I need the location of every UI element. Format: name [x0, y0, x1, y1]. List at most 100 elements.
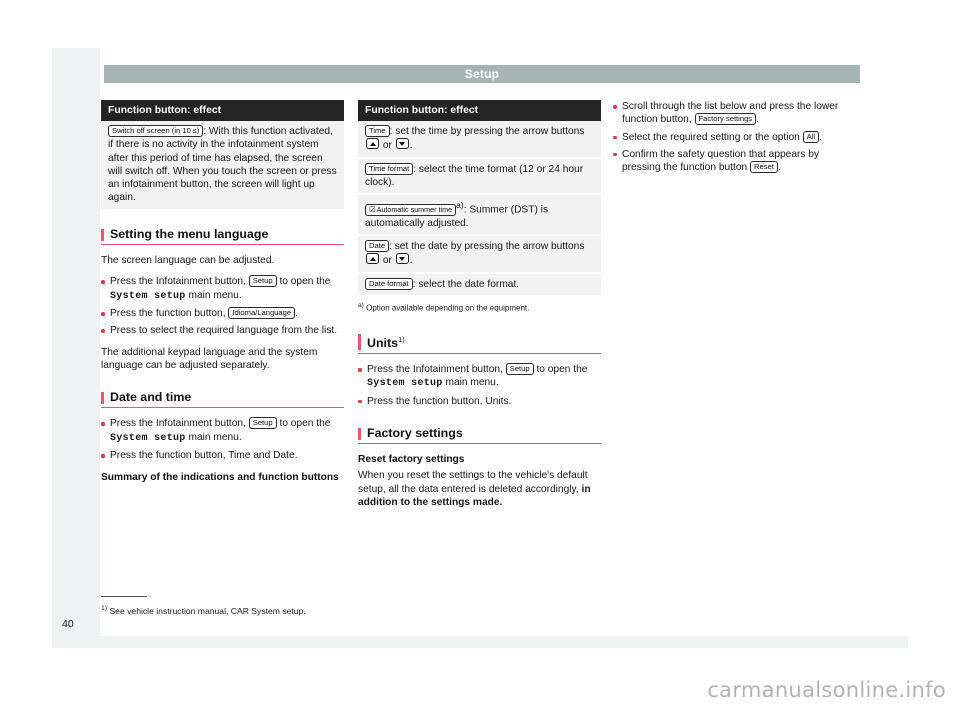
column-3: Scroll through the list below and press … — [613, 100, 856, 182]
heading-text: Setting the menu language — [110, 226, 269, 241]
list-item: Press the function button, Time and Date… — [101, 449, 344, 462]
chip-date[interactable]: Date — [365, 240, 390, 253]
heading-factory-settings: Factory settings — [358, 426, 601, 445]
chip-setup[interactable]: Setup — [505, 363, 534, 376]
chapter-title: Setup — [464, 67, 500, 81]
heading-setting-menu-language: Setting the menu language — [101, 226, 344, 246]
units-steps-list: Press the Infotainment button, Setup to … — [358, 363, 601, 408]
list-item: Confirm the safety question that appears… — [613, 148, 856, 175]
table-row-text: or — [380, 255, 395, 267]
heading-text: Units — [367, 335, 398, 350]
list-item: Press the Infotainment button, Setup to … — [101, 275, 344, 303]
step-text: main menu. — [442, 377, 499, 389]
list-item: Press the Infotainment button, Setup to … — [101, 417, 344, 445]
footnote-text: Option available depending on the equipm… — [366, 303, 530, 313]
footnote-text: See vehicle instruction manual, CAR Syst… — [109, 606, 306, 617]
table-row-text: . — [409, 140, 413, 152]
menu-name: System setup — [110, 290, 186, 302]
factory-reset-steps-list: Scroll through the list below and press … — [613, 100, 856, 174]
subheading-reset-factory-settings: Reset factory settings — [358, 454, 465, 466]
list-item: Press the function button, Idioma/Langua… — [101, 306, 344, 320]
step-text: Press to select the required language fr… — [110, 325, 338, 337]
table-row-text: : set the time by pressing the arrow but… — [389, 126, 585, 137]
step-text: . — [295, 307, 298, 319]
table-row: Date format: select the date format. — [358, 273, 601, 296]
chip-switch-off-screen[interactable]: Switch off screen (in 10 s) — [108, 125, 204, 137]
table-row-text: : select the date format. — [412, 278, 520, 290]
chip-setup[interactable]: Setup — [248, 417, 277, 430]
step-text: to open the — [276, 276, 331, 288]
table-row-text: or — [380, 140, 395, 152]
table-row: ☑Automatic summer time a): Summer (DST) i… — [358, 195, 601, 237]
chip-time[interactable]: Time — [365, 125, 390, 137]
factory-settings-body: When you reset the settings to the vehic… — [358, 469, 601, 509]
column-2: Function button: effect Time: set the ti… — [358, 100, 601, 517]
page-footnote: 1) See vehicle instruction manual, CAR S… — [101, 596, 521, 617]
table-row-text: : With this function activated, if there… — [108, 126, 337, 204]
down-arrow-icon[interactable] — [395, 253, 409, 265]
heading-footnote-marker: 1) — [397, 334, 405, 344]
step-text: Press the Infotainment button, — [110, 418, 249, 430]
body-text: . — [499, 496, 503, 508]
language-steps-list: Press the Infotainment button, Setup to … — [101, 275, 344, 337]
step-text: to open the — [276, 418, 331, 430]
body-text: When you reset the settings to the vehic… — [358, 470, 588, 495]
down-arrow-icon[interactable] — [395, 138, 409, 150]
table-row-text: : set the date by pressing the arrow but… — [389, 241, 585, 253]
up-arrow-icon[interactable] — [366, 138, 379, 150]
chip-date-format[interactable]: Date format — [365, 277, 413, 290]
chip-factory-settings[interactable]: Factory settings — [694, 113, 757, 126]
heading-date-and-time: Date and time — [101, 390, 344, 409]
language-intro-text: The screen language can be adjusted. — [101, 255, 275, 267]
datetime-steps-list: Press the Infotainment button, Setup to … — [101, 417, 344, 462]
step-text: Press the Infotainment button, — [110, 276, 249, 288]
table-header-cell: Function button: effect — [101, 100, 344, 121]
list-item: Press the function button, Units. — [358, 395, 601, 408]
chip-automatic-summer-time[interactable]: ☑Automatic summer time — [365, 203, 457, 216]
step-text: Press the function button, Time and Date… — [110, 450, 298, 462]
menu-name: System setup — [367, 378, 443, 390]
step-text: Press the Infotainment button, — [367, 364, 506, 376]
function-button-table-1: Function button: effect Switch off scree… — [101, 100, 344, 209]
menu-name: System setup — [110, 432, 186, 444]
chip-time-format[interactable]: Time format — [365, 162, 414, 175]
column-1: Function button: effect Switch off scree… — [101, 100, 344, 487]
chip-label: Automatic summer time — [376, 204, 453, 214]
step-text: Confirm the safety question that appears… — [622, 148, 820, 174]
language-closing-text: The additional keypad language and the s… — [101, 346, 318, 371]
heading-text: Date and time — [110, 390, 192, 405]
chip-reset[interactable]: Reset — [750, 161, 778, 174]
chip-idioma-language[interactable]: Idioma/Language — [228, 306, 296, 319]
step-text: . — [756, 114, 759, 126]
footnote-rule — [101, 596, 147, 598]
table-row: Time format: select the time format (12 … — [358, 158, 601, 196]
chip-all[interactable]: All — [802, 130, 820, 143]
up-arrow-icon[interactable] — [366, 253, 379, 265]
checkbox-icon: ☑ — [369, 204, 376, 214]
step-text: main menu. — [185, 289, 242, 301]
list-item: Select the required setting or the optio… — [613, 130, 856, 144]
step-text: . — [819, 131, 822, 143]
footnote-marker: a) — [456, 200, 464, 211]
list-item: Press to select the required language fr… — [101, 324, 344, 337]
function-button-table-2: Function button: effect Time: set the ti… — [358, 100, 601, 296]
step-text: . — [777, 162, 781, 174]
table-row: Date: set the date by pressing the arrow… — [358, 236, 601, 274]
table-row-text: . — [409, 255, 413, 267]
step-text: main menu. — [185, 431, 242, 443]
heading-units: Units1) — [358, 333, 601, 355]
step-text: Select the required setting or the optio… — [622, 131, 803, 143]
chapter-header: Setup — [104, 65, 860, 83]
table-header-cell: Function button: effect — [358, 100, 601, 121]
table-row: Switch off screen (in 10 s): With this f… — [101, 121, 344, 209]
step-text: Press the function button, Units. — [367, 395, 512, 407]
watermark: carmanualsonline.info — [707, 678, 946, 702]
footnote-marker: 1) — [101, 605, 108, 613]
step-text: to open the — [533, 364, 588, 376]
table-row: Time: set the time by pressing the arrow… — [358, 121, 601, 159]
heading-text: Factory settings — [367, 426, 463, 441]
chip-setup[interactable]: Setup — [248, 275, 277, 288]
list-item: Scroll through the list below and press … — [613, 100, 856, 127]
footnote-marker: a) — [358, 302, 364, 310]
step-text: Press the function button, — [110, 307, 229, 319]
